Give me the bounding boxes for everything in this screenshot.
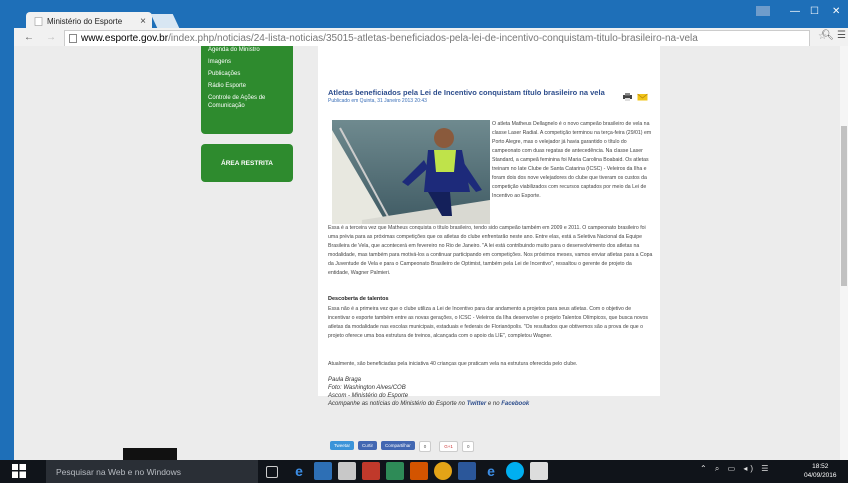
excel-icon[interactable] — [386, 462, 404, 480]
chrome-icon[interactable] — [434, 462, 452, 480]
taskbar-search-box[interactable]: Pesquisar na Web e no Windows — [46, 460, 258, 483]
web-page: Agenda do Ministro Imagens Publicações R… — [14, 46, 848, 460]
address-bar[interactable]: www.esporte.gov.br/index.php/noticias/24… — [64, 30, 810, 47]
store-icon[interactable] — [338, 462, 356, 480]
facebook-like-button[interactable]: Curtir — [358, 441, 378, 450]
word-icon[interactable] — [458, 462, 476, 480]
tab-close-icon[interactable]: × — [140, 16, 146, 27]
restricted-area-button[interactable]: ÁREA RESTRITA — [201, 144, 293, 182]
clock-time: 18:52 — [812, 463, 829, 470]
maximize-button[interactable]: ☐ — [810, 6, 819, 17]
clock-date: 04/09/2016 — [804, 472, 837, 479]
sidebar-item-agenda[interactable]: Agenda do Ministro — [201, 46, 293, 56]
google-plus-button[interactable]: G+1 — [439, 441, 458, 452]
taskbar-clock[interactable]: 18:52 04/09/2016 — [804, 462, 837, 480]
share-buttons: Tweetar Curtir Compartilhar 0 G+1 0 — [330, 441, 475, 452]
section-subheading: Descoberta de talentos — [328, 296, 389, 302]
email-icon[interactable] — [637, 88, 648, 101]
article-headline[interactable]: Atletas beneficiados pela Lei de Incenti… — [328, 88, 618, 97]
ie-icon[interactable]: e — [482, 462, 500, 480]
windows-start-icon[interactable] — [12, 464, 26, 478]
task-view-icon[interactable] — [266, 466, 278, 478]
article-signature: Paula Braga Foto: Washington Alves/COB A… — [328, 376, 529, 408]
published-date: Publicado em Quinta, 31 Janeiro 2013 20:… — [328, 98, 427, 104]
follow-text: Acompanhe as notícias do Ministério do E… — [328, 401, 467, 407]
facebook-share-button[interactable]: Compartilhar — [381, 441, 415, 450]
article-paragraph-3: Essa não é a primeira vez que o clube ut… — [328, 306, 648, 339]
search-placeholder: Pesquisar na Web e no Windows — [56, 466, 182, 477]
page-info-icon[interactable] — [69, 33, 77, 43]
tab-title: Ministério do Esporte — [47, 16, 123, 26]
word-online-icon[interactable] — [314, 462, 332, 480]
url-path: /index.php/noticias/24-lista-noticias/35… — [168, 33, 698, 44]
author-line: Paula Braga — [328, 377, 362, 383]
article-paragraph-1: O atleta Matheus Dellagnelo é o novo cam… — [492, 121, 652, 199]
close-window-button[interactable]: ✕ — [832, 6, 840, 17]
app-red-icon[interactable] — [362, 462, 380, 480]
url-host: www.esporte.gov.br — [81, 33, 169, 44]
twitter-link[interactable]: Twitter — [467, 401, 486, 407]
article-paragraph-2: Essa é a terceira vez que Matheus conqui… — [328, 225, 653, 276]
windows-taskbar: Pesquisar na Web e no Windows e e ⌃ ⌕ ▭ … — [0, 460, 848, 483]
scrollbar-thumb[interactable] — [841, 126, 847, 286]
page-favicon-icon — [34, 16, 43, 26]
press-office: Ascom - Ministério do Esporte — [328, 393, 409, 399]
article-photo — [332, 120, 490, 225]
bookmark-star-icon[interactable]: ☆ — [818, 31, 827, 42]
sidebar-item-images[interactable]: Imagens — [201, 56, 293, 68]
article-tools — [622, 88, 648, 101]
article-paragraph-4: Atualmente, são beneficiadas pela inicia… — [328, 361, 578, 367]
photos-icon[interactable] — [530, 462, 548, 480]
follow-and: e no — [486, 401, 502, 407]
follow-line: Acompanhe as notícias do Ministério do E… — [328, 400, 529, 408]
facebook-link[interactable]: Facebook — [501, 401, 529, 407]
edge-icon[interactable]: e — [290, 462, 308, 480]
print-icon[interactable] — [622, 88, 633, 101]
taskbar-apps: e e — [266, 462, 548, 480]
minimize-button[interactable]: — — [790, 6, 800, 17]
sidebar-item-radio[interactable]: Rádio Esporte — [201, 80, 293, 92]
tweet-button[interactable]: Tweetar — [330, 441, 355, 450]
photo-credit: Foto: Washington Alves/COB — [328, 385, 406, 391]
sidebar-item-publications[interactable]: Publicações — [201, 68, 293, 80]
page-scrollbar[interactable] — [840, 46, 848, 460]
sidebar-item-communication-control[interactable]: Controle de Ações de Comunicação — [201, 92, 293, 112]
menu-icon[interactable]: ☰ — [837, 30, 846, 41]
overlay-block — [123, 448, 177, 460]
share-count: 0 — [418, 441, 432, 452]
back-icon[interactable]: ← — [22, 32, 36, 43]
tab-strip: Ministério do Esporte × — ☐ ✕ — [14, 0, 848, 30]
google-plus-count: 0 — [461, 441, 475, 452]
new-tab-button[interactable] — [150, 14, 180, 28]
powerpoint-icon[interactable] — [410, 462, 428, 480]
forward-icon[interactable]: → — [44, 32, 58, 43]
skype-icon[interactable] — [506, 462, 524, 480]
system-tray[interactable]: ⌃ ⌕ ▭ ◂) ☰ — [700, 464, 771, 474]
profile-icon[interactable] — [756, 6, 770, 16]
sidebar-menu: Agenda do Ministro Imagens Publicações R… — [201, 46, 293, 134]
